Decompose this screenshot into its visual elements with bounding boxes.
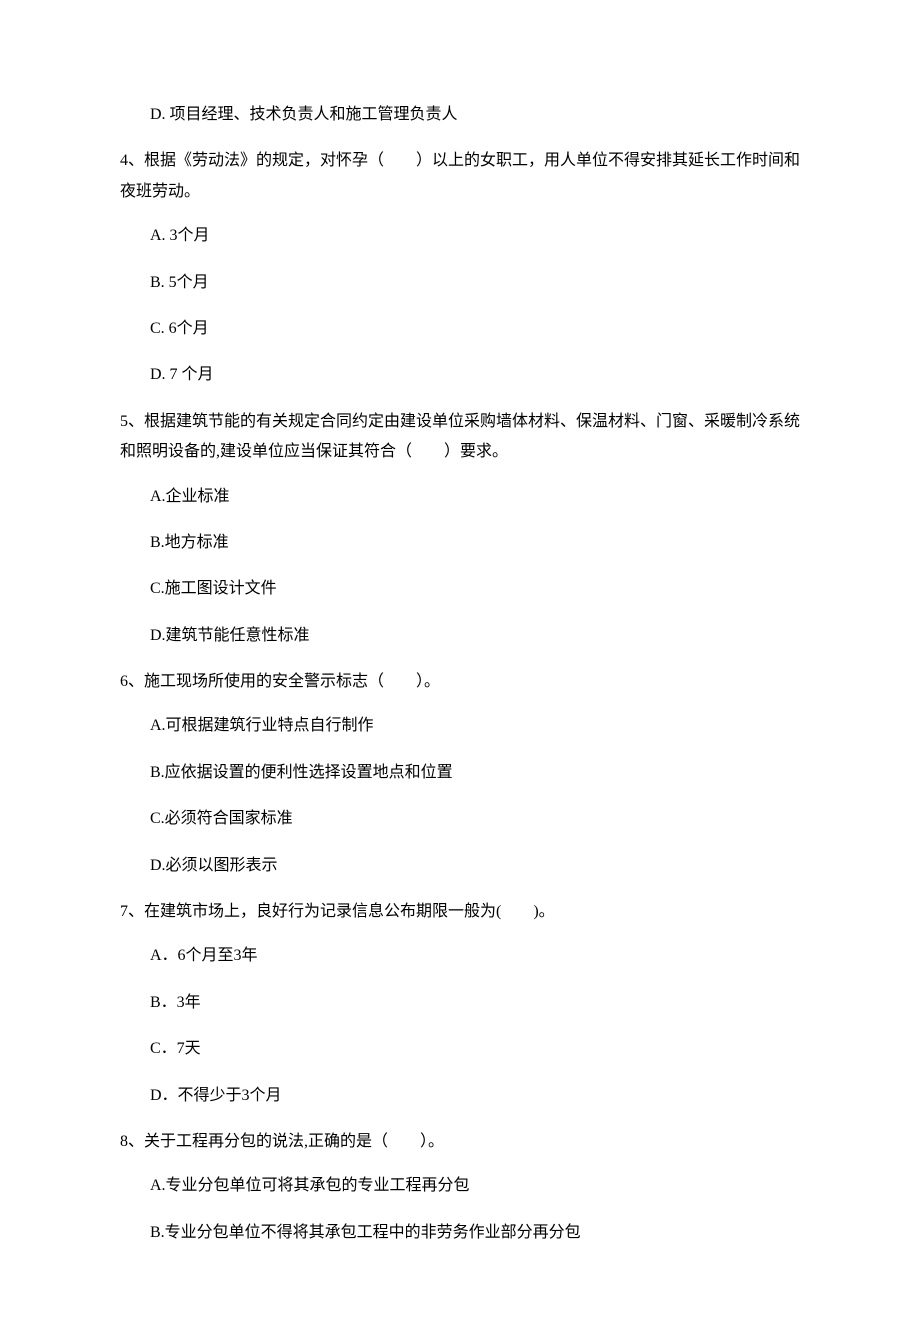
option-text: B. 5个月 (120, 268, 800, 298)
option-text: B．3年 (120, 988, 800, 1018)
document-content: D. 项目经理、技术负责人和施工管理负责人 4、根据《劳动法》的规定，对怀孕（ ）… (120, 100, 800, 1248)
option-text: B.应依据设置的便利性选择设置地点和位置 (120, 758, 800, 788)
option-text: A.可根据建筑行业特点自行制作 (120, 711, 800, 741)
option-text: C.必须符合国家标准 (120, 804, 800, 834)
question-text: 4、根据《劳动法》的规定，对怀孕（ ）以上的女职工，用人单位不得安排其延长工作时… (120, 146, 800, 207)
question-text: 5、根据建筑节能的有关规定合同约定由建设单位采购墙体材料、保温材料、门窗、采暖制… (120, 407, 800, 468)
option-text: A．6个月至3年 (120, 941, 800, 971)
option-text: D. 7 个月 (120, 360, 800, 390)
option-text: C．7天 (120, 1034, 800, 1064)
question-text: 6、施工现场所使用的安全警示标志（ ）。 (120, 667, 800, 697)
option-text: D.建筑节能任意性标准 (120, 621, 800, 651)
option-text: D. 项目经理、技术负责人和施工管理负责人 (120, 100, 800, 130)
option-text: B.地方标准 (120, 528, 800, 558)
option-text: A.专业分包单位可将其承包的专业工程再分包 (120, 1171, 800, 1201)
option-text: D.必须以图形表示 (120, 851, 800, 881)
option-text: C.施工图设计文件 (120, 574, 800, 604)
option-text: A. 3个月 (120, 221, 800, 251)
option-text: D．不得少于3个月 (120, 1081, 800, 1111)
option-text: C. 6个月 (120, 314, 800, 344)
option-text: B.专业分包单位不得将其承包工程中的非劳务作业部分再分包 (120, 1218, 800, 1248)
question-text: 7、在建筑市场上，良好行为记录信息公布期限一般为( )。 (120, 897, 800, 927)
question-text: 8、关于工程再分包的说法,正确的是（ ）。 (120, 1127, 800, 1157)
option-text: A.企业标准 (120, 482, 800, 512)
